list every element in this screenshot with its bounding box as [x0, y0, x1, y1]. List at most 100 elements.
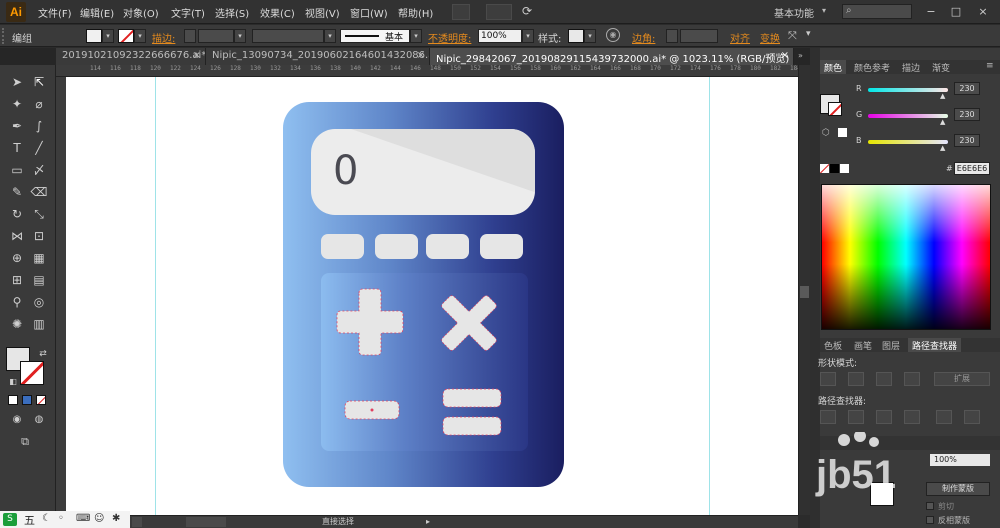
function-key[interactable]: [480, 234, 523, 259]
ime-mode[interactable]: 五: [24, 512, 35, 528]
opacity-input[interactable]: 100%: [478, 29, 522, 43]
lasso-tool-icon[interactable]: ⌀: [30, 95, 48, 113]
r-slider-handle[interactable]: ▲: [940, 92, 945, 100]
color-mode-icon[interactable]: [8, 395, 18, 405]
menu-help[interactable]: 帮助(H): [398, 5, 433, 20]
selection-tool-icon[interactable]: ➤: [8, 73, 26, 91]
stroke-color-swatch[interactable]: [118, 29, 134, 43]
plus-key-icon[interactable]: [335, 287, 407, 359]
menu-edit[interactable]: 编辑(E): [80, 5, 114, 20]
gpu-performance-icon[interactable]: ⟳: [522, 4, 538, 20]
chevron-down-icon[interactable]: ▾: [522, 29, 534, 43]
minus-back-icon[interactable]: [964, 410, 980, 424]
isolate-group-icon[interactable]: ⤧: [788, 29, 797, 43]
outline-icon[interactable]: [936, 410, 952, 424]
artboard-number-input[interactable]: [186, 517, 226, 527]
tab-overflow-icon[interactable]: »: [798, 51, 803, 60]
brush-definition[interactable]: 基本: [340, 29, 410, 43]
chevron-down-icon[interactable]: ▾: [234, 29, 246, 43]
chevron-down-icon[interactable]: ▾: [410, 29, 422, 43]
free-transform-tool-icon[interactable]: ⊡: [30, 227, 48, 245]
expand-button[interactable]: 扩展: [934, 372, 990, 386]
chevron-down-icon[interactable]: ▾: [806, 29, 811, 39]
vertical-ruler[interactable]: [56, 77, 66, 515]
white-swatch[interactable]: [840, 164, 849, 173]
guide-line[interactable]: [155, 77, 156, 515]
chevron-down-icon[interactable]: ▾: [324, 29, 336, 43]
minus-key-icon[interactable]: [343, 399, 401, 421]
b-slider[interactable]: [868, 140, 948, 144]
align-link[interactable]: 对齐: [730, 30, 750, 45]
menu-effect[interactable]: 效果(C): [260, 5, 295, 20]
tab-document-1[interactable]: 20191021092322666676.ai* ×: [56, 48, 206, 65]
chevron-down-icon[interactable]: ▾: [102, 29, 114, 43]
artboard-nav-first[interactable]: [132, 517, 142, 527]
symbol-sprayer-tool-icon[interactable]: ✺: [8, 315, 26, 333]
g-slider-handle[interactable]: ▲: [940, 118, 945, 126]
tab-stroke[interactable]: 描边: [898, 60, 924, 74]
minus-front-icon[interactable]: [848, 372, 864, 386]
stroke-stepper[interactable]: [184, 29, 196, 43]
intersect-icon[interactable]: [876, 372, 892, 386]
draw-normal-icon[interactable]: ◉: [8, 411, 26, 429]
panel-menu-icon[interactable]: ≡: [986, 61, 994, 71]
workspace-switcher[interactable]: 基本功能: [774, 5, 814, 20]
curvature-tool-icon[interactable]: ∫: [30, 117, 48, 135]
chevron-down-icon[interactable]: ▾: [822, 6, 826, 15]
default-colors-icon[interactable]: ◧: [4, 373, 22, 391]
r-slider[interactable]: [868, 88, 948, 92]
trim-icon[interactable]: [848, 410, 864, 424]
tab-swatches[interactable]: 色板: [820, 338, 846, 352]
menu-type[interactable]: 文字(T): [171, 5, 205, 20]
search-input[interactable]: [842, 4, 912, 19]
b-value-input[interactable]: 230: [954, 134, 980, 147]
tab-color[interactable]: 颜色: [820, 60, 847, 74]
swap-colors-icon[interactable]: ⇄: [34, 345, 52, 363]
fill-color-swatch[interactable]: [86, 29, 102, 43]
magic-wand-tool-icon[interactable]: ✦: [8, 95, 26, 113]
bridge-icon[interactable]: [452, 4, 470, 20]
unite-icon[interactable]: [820, 372, 836, 386]
draw-behind-icon[interactable]: ◍: [30, 411, 48, 429]
scrollbar-thumb[interactable]: [800, 286, 809, 298]
punctuation-icon[interactable]: ◦: [58, 513, 64, 524]
horizontal-ruler[interactable]: 114 116 118 120 122 124 126 128 130 132 134 136 138 1…: [56, 65, 801, 77]
color-panel-stroke-box[interactable]: [828, 102, 842, 116]
tab-pathfinder[interactable]: 路径查找器: [908, 338, 962, 352]
tab-color-guide[interactable]: 颜色参考: [850, 60, 894, 74]
status-menu-icon[interactable]: ▸: [426, 517, 430, 526]
divide-icon[interactable]: [820, 410, 836, 424]
exclude-icon[interactable]: [904, 372, 920, 386]
column-graph-tool-icon[interactable]: ▥: [30, 315, 48, 333]
none-mode-icon[interactable]: [36, 395, 46, 405]
close-icon[interactable]: ×: [417, 50, 425, 61]
function-key[interactable]: [426, 234, 469, 259]
black-swatch[interactable]: [830, 164, 839, 173]
gamut-color-swatch[interactable]: [838, 128, 847, 137]
calculator-body[interactable]: 0: [283, 102, 564, 487]
arrange-documents-icon[interactable]: [486, 4, 512, 20]
tab-layers[interactable]: 图层: [878, 338, 904, 352]
r-value-input[interactable]: 230: [954, 82, 980, 95]
variable-width-profile[interactable]: [252, 29, 324, 43]
g-slider[interactable]: [868, 114, 948, 118]
gradient-tool-icon[interactable]: ▤: [30, 271, 48, 289]
function-key[interactable]: [375, 234, 418, 259]
calculator-screen[interactable]: 0: [311, 129, 535, 215]
chevron-down-icon[interactable]: ▾: [584, 29, 596, 43]
pencil-tool-icon[interactable]: ✎: [8, 183, 26, 201]
settings-icon[interactable]: ✱: [112, 513, 120, 524]
avatar-icon[interactable]: ☺: [94, 513, 104, 524]
g-value-input[interactable]: 230: [954, 108, 980, 121]
guide-line[interactable]: [709, 77, 710, 515]
gradient-mode-icon[interactable]: [22, 395, 32, 405]
corner-stepper[interactable]: [666, 29, 678, 43]
artboard-canvas[interactable]: 0: [66, 77, 798, 515]
multiply-key-icon[interactable]: [433, 287, 505, 359]
eraser-tool-icon[interactable]: ⌫: [30, 183, 48, 201]
mesh-tool-icon[interactable]: ⊞: [8, 271, 26, 289]
close-icon[interactable]: ×: [193, 50, 201, 61]
none-swatch[interactable]: [820, 164, 829, 173]
color-spectrum-picker[interactable]: [821, 184, 991, 330]
transform-link[interactable]: 变换: [760, 30, 780, 45]
